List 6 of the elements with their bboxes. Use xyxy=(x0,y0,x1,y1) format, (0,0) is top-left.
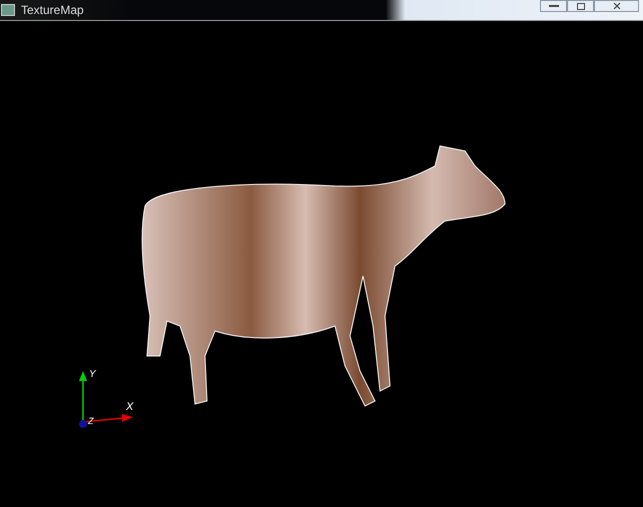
window-title: TextureMap xyxy=(21,2,84,19)
minimize-button[interactable] xyxy=(540,0,567,12)
app-icon xyxy=(1,4,15,16)
maximize-button[interactable] xyxy=(567,0,594,12)
close-button[interactable] xyxy=(594,0,639,12)
close-icon xyxy=(612,3,620,9)
